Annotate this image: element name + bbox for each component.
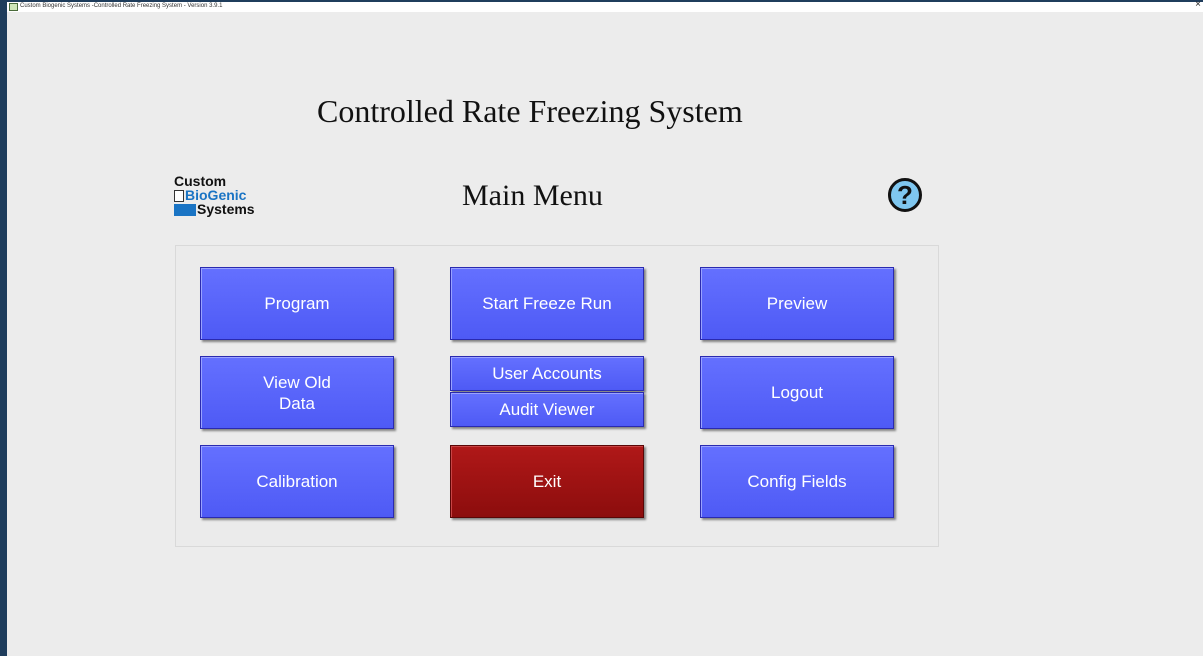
view-old-data-label: View Old Data [263, 372, 331, 413]
user-accounts-button[interactable]: User Accounts [450, 356, 644, 391]
exit-button-label: Exit [532, 472, 562, 491]
app-window: Custom Biogenic Systems -Controlled Rate… [0, 0, 1203, 656]
page-title-text: Controlled Rate Freezing System [317, 93, 743, 129]
logout-button[interactable]: Logout [700, 356, 894, 429]
start-freeze-run-label: Start Freeze Run [482, 294, 612, 313]
help-icon[interactable]: ? [888, 178, 922, 212]
program-button-label: Program [264, 294, 330, 313]
preview-button-label: Preview [766, 294, 828, 313]
calibration-button[interactable]: Calibration [200, 445, 394, 518]
view-old-data-button[interactable]: View Old Data [200, 356, 394, 429]
logout-button-label: Logout [771, 383, 823, 402]
logo-systems-text: Systems [197, 201, 255, 217]
window-title: Custom Biogenic Systems -Controlled Rate… [20, 3, 223, 9]
start-freeze-run-button[interactable]: Start Freeze Run [450, 267, 644, 340]
close-icon[interactable]: × [1195, 0, 1201, 10]
config-fields-label: Config Fields [747, 472, 847, 491]
help-glyph: ? [897, 180, 913, 210]
calibration-button-label: Calibration [256, 472, 338, 491]
exit-button[interactable]: Exit [450, 445, 644, 518]
config-fields-button[interactable]: Config Fields [700, 445, 894, 518]
logo-line-systems: Systems [174, 202, 255, 216]
title-bar: Custom Biogenic Systems -Controlled Rate… [7, 0, 1203, 12]
logo-box-outline [174, 190, 184, 202]
user-accounts-label: User Accounts [492, 364, 602, 383]
company-logo: Custom BioGenic Systems [172, 172, 282, 222]
logo-line-custom: Custom [174, 173, 227, 189]
program-button[interactable]: Program [200, 267, 394, 340]
audit-viewer-button[interactable]: Audit Viewer [450, 392, 644, 427]
preview-button[interactable]: Preview [700, 267, 894, 340]
main-menu-heading: Main Menu [462, 179, 603, 212]
logo-line-biogenic: BioGenic [174, 188, 246, 202]
audit-viewer-label: Audit Viewer [499, 400, 595, 419]
logo-box-filled [174, 204, 196, 216]
app-icon [9, 3, 18, 11]
